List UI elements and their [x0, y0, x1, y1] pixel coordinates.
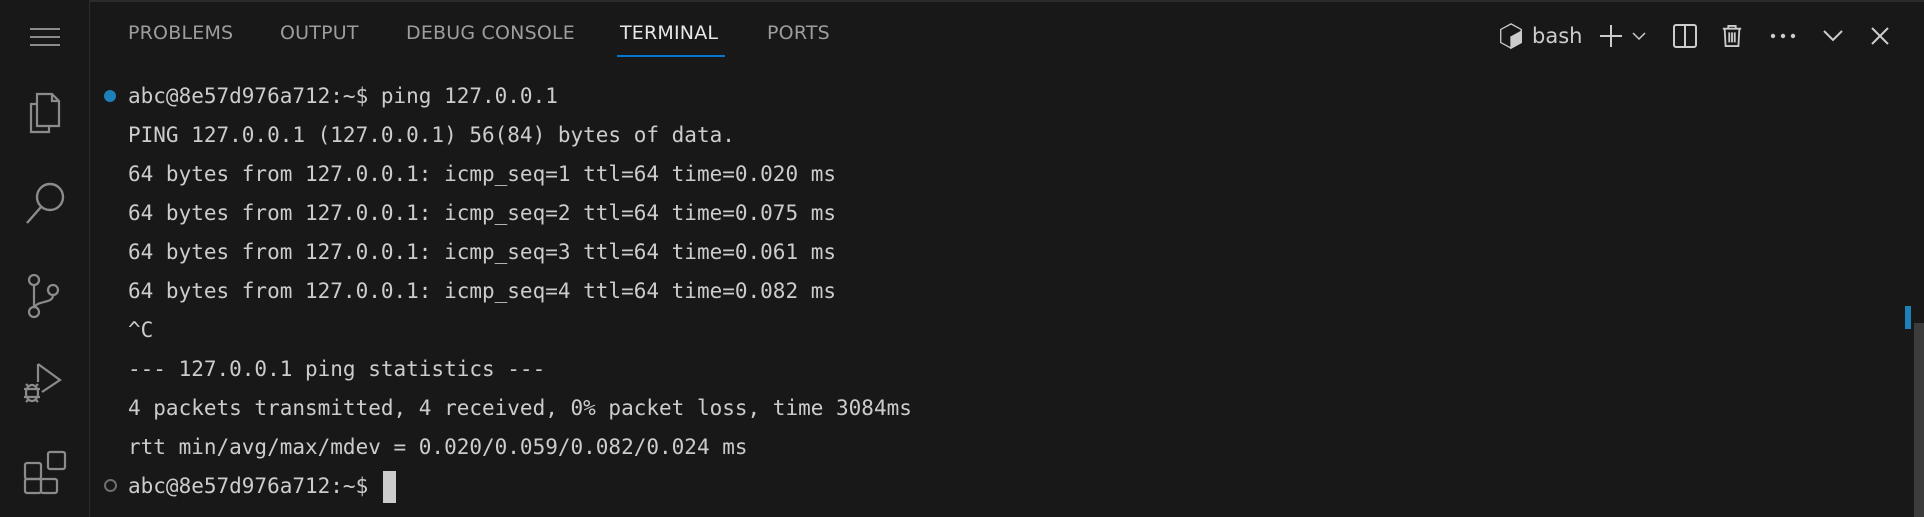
terminal-line: 64 bytes from 127.0.0.1: icmp_seq=2 ttl=…	[128, 201, 837, 225]
panel-tabs: PROBLEMS OUTPUT DEBUG CONSOLE TERMINAL P…	[90, 0, 1924, 70]
terminal-scrollbar[interactable]	[1914, 323, 1924, 517]
run-debug-icon[interactable]	[22, 360, 68, 406]
bash-shell-icon	[1494, 16, 1528, 56]
launch-profile-chevron-icon[interactable]	[1630, 16, 1648, 56]
terminal-line: rtt min/avg/max/mdev = 0.020/0.059/0.082…	[128, 435, 748, 459]
menu-icon[interactable]	[22, 14, 68, 54]
terminal-cursor	[382, 471, 396, 503]
command-pending-decoration[interactable]	[104, 479, 117, 492]
activity-bar	[0, 0, 90, 517]
terminal-line: 64 bytes from 127.0.0.1: icmp_seq=3 ttl=…	[128, 240, 837, 264]
tab-terminal[interactable]: TERMINAL	[620, 22, 718, 44]
scrollbar-marker	[1905, 306, 1911, 329]
terminal-line: PING 127.0.0.1 (127.0.0.1) 56(84) bytes …	[128, 123, 735, 147]
terminal-prompt-line[interactable]: abc@8e57d976a712:~$	[128, 467, 912, 506]
active-tab-indicator	[617, 55, 725, 57]
tab-output[interactable]: OUTPUT	[280, 22, 359, 44]
new-terminal-icon[interactable]	[1596, 16, 1626, 56]
terminal-line: 64 bytes from 127.0.0.1: icmp_seq=4 ttl=…	[128, 279, 837, 303]
split-terminal-icon[interactable]	[1672, 16, 1698, 56]
terminal-prompt: abc@8e57d976a712:~$	[128, 474, 381, 498]
terminal-line: 64 bytes from 127.0.0.1: icmp_seq=1 ttl=…	[128, 162, 837, 186]
terminal-line: abc@8e57d976a712:~$ ping 127.0.0.1	[128, 84, 558, 108]
tab-problems[interactable]: PROBLEMS	[128, 22, 233, 44]
tab-debug-console[interactable]: DEBUG CONSOLE	[406, 22, 575, 44]
extensions-icon[interactable]	[22, 450, 68, 496]
search-icon[interactable]	[22, 180, 68, 226]
tab-ports[interactable]: PORTS	[767, 22, 830, 44]
collapse-panel-icon[interactable]	[1822, 16, 1844, 56]
terminal-line: --- 127.0.0.1 ping statistics ---	[128, 357, 546, 381]
more-actions-icon[interactable]	[1770, 16, 1796, 56]
terminal-line: ^C	[128, 318, 154, 342]
terminal-line: 4 packets transmitted, 4 received, 0% pa…	[128, 396, 912, 420]
terminal-name-bash[interactable]: bash	[1532, 16, 1582, 56]
kill-terminal-icon[interactable]	[1720, 16, 1744, 56]
explorer-icon[interactable]	[22, 90, 68, 136]
terminal-output[interactable]: abc@8e57d976a712:~$ ping 127.0.0.1 PING …	[128, 77, 912, 506]
close-panel-icon[interactable]	[1870, 16, 1890, 56]
command-success-decoration[interactable]	[104, 90, 116, 102]
source-control-icon[interactable]	[22, 273, 68, 320]
